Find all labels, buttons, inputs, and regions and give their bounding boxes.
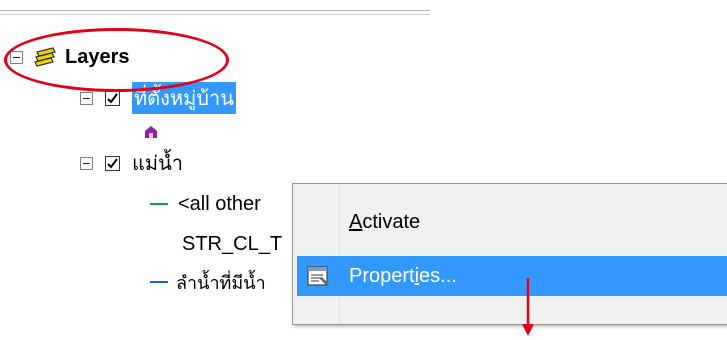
context-menu: Activate Properties... — [292, 183, 727, 325]
legend-line-blue — [150, 281, 168, 283]
collapse-icon[interactable] — [80, 156, 93, 170]
checkmark-icon — [107, 157, 118, 169]
legend-row-water: ลำน้ำที่มีน้ำ — [150, 268, 266, 296]
legend-field-label: STR_CL_T — [182, 232, 283, 255]
legend-row-field: STR_CL_T — [182, 230, 282, 258]
menu-item-activate-label: Activate — [349, 210, 421, 233]
legend-all-other-label: <all other — [178, 192, 261, 215]
toc-divider — [0, 14, 430, 15]
mnemonic-a: A — [349, 210, 363, 233]
layer-name-rivers[interactable]: แม่น้ำ — [132, 147, 183, 179]
properties-icon — [307, 264, 331, 288]
layer-row-rivers[interactable]: แม่น้ำ — [80, 149, 183, 177]
collapse-icon[interactable] — [80, 91, 93, 105]
legend-line-green — [150, 203, 168, 205]
menu-item-activate[interactable]: Activate — [297, 202, 727, 242]
mnemonic-i: i — [414, 264, 420, 287]
legend-water-label: ลำน้ำที่มีน้ำ — [176, 272, 266, 293]
collapse-icon-partial — [100, 300, 113, 305]
pointer-arrow-icon — [522, 278, 534, 336]
village-symbol-icon — [145, 126, 157, 138]
toc-divider — [0, 10, 430, 11]
checkmark-icon — [107, 92, 118, 104]
menu-item-properties-label: Properties... — [349, 264, 457, 287]
highlight-ellipse — [4, 28, 229, 92]
layer-visibility-checkbox[interactable] — [105, 155, 120, 171]
legend-row-all-other: <all other — [150, 190, 261, 218]
legend-row-village-symbol — [144, 118, 158, 146]
menu-item-properties[interactable]: Properties... — [297, 256, 727, 296]
layer-visibility-checkbox[interactable] — [105, 90, 120, 106]
